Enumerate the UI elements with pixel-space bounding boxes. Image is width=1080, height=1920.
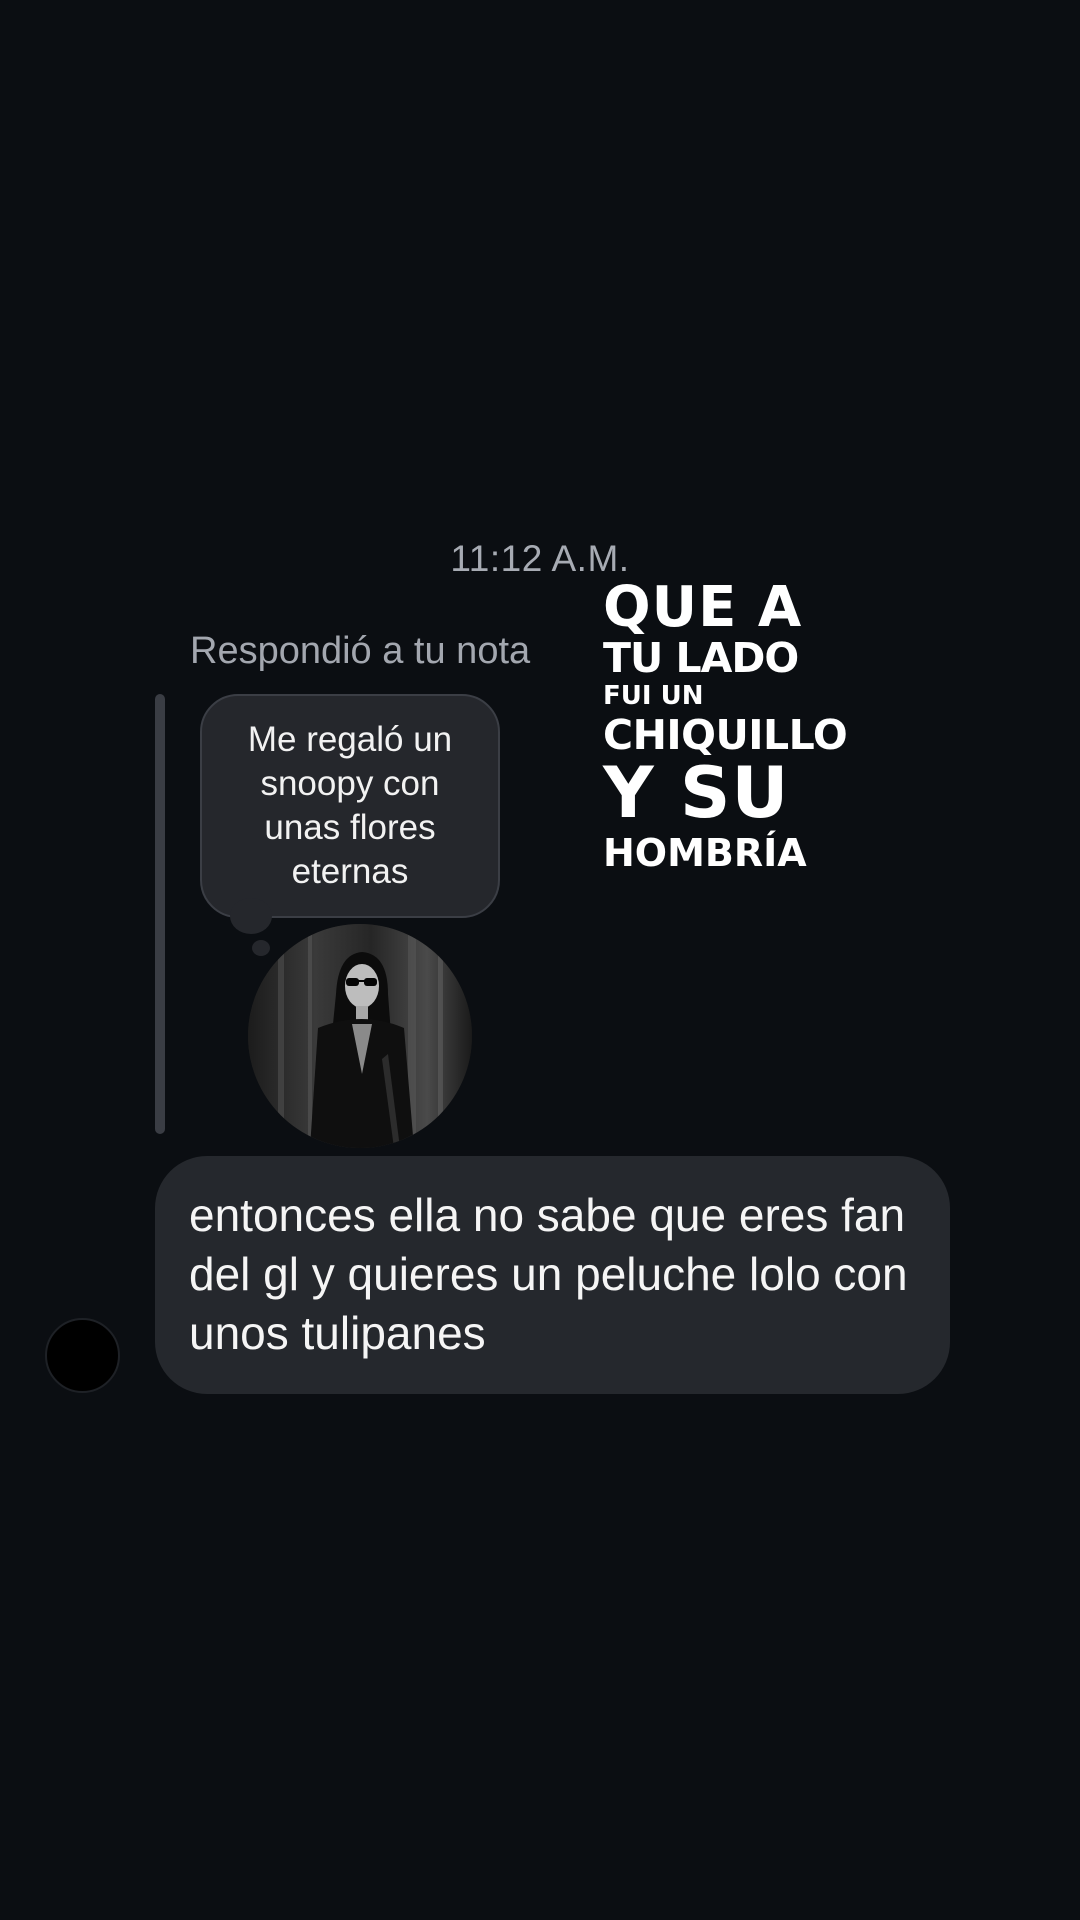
lyrics-line-1: QUE A	[603, 575, 803, 640]
sender-avatar[interactable]	[45, 1318, 120, 1393]
note-song-lyrics: QUE A TU LADO FUI UN CHIQUILLO Y SU HOMB…	[603, 575, 903, 875]
lyrics-line-6: HOMBRÍA	[603, 831, 807, 875]
note-bubble-tail-dot	[230, 898, 272, 934]
lyrics-line-4: CHIQUILLO	[603, 711, 848, 759]
note-bubble-tail-small-dot	[252, 940, 270, 956]
lyrics-line-3: FUI UN	[603, 681, 704, 711]
note-text: Me regaló un snoopy con unas flores eter…	[247, 720, 453, 891]
message-text: entonces ella no sabe que eres fan del g…	[189, 1189, 908, 1359]
received-message-bubble[interactable]: entonces ella no sabe que eres fan del g…	[155, 1156, 950, 1394]
reply-indicator-bar	[155, 694, 165, 1134]
note-bubble[interactable]: Me regaló un snoopy con unas flores eter…	[200, 694, 500, 918]
lyrics-line-5: Y SU	[603, 752, 790, 834]
message-timestamp: 11:12 A.M.	[450, 538, 630, 579]
note-author-avatar[interactable]	[248, 924, 472, 1148]
profile-photo-icon	[248, 924, 472, 1148]
lyrics-line-2: TU LADO	[603, 634, 799, 682]
reply-context-label: Respondió a tu nota	[190, 630, 531, 672]
